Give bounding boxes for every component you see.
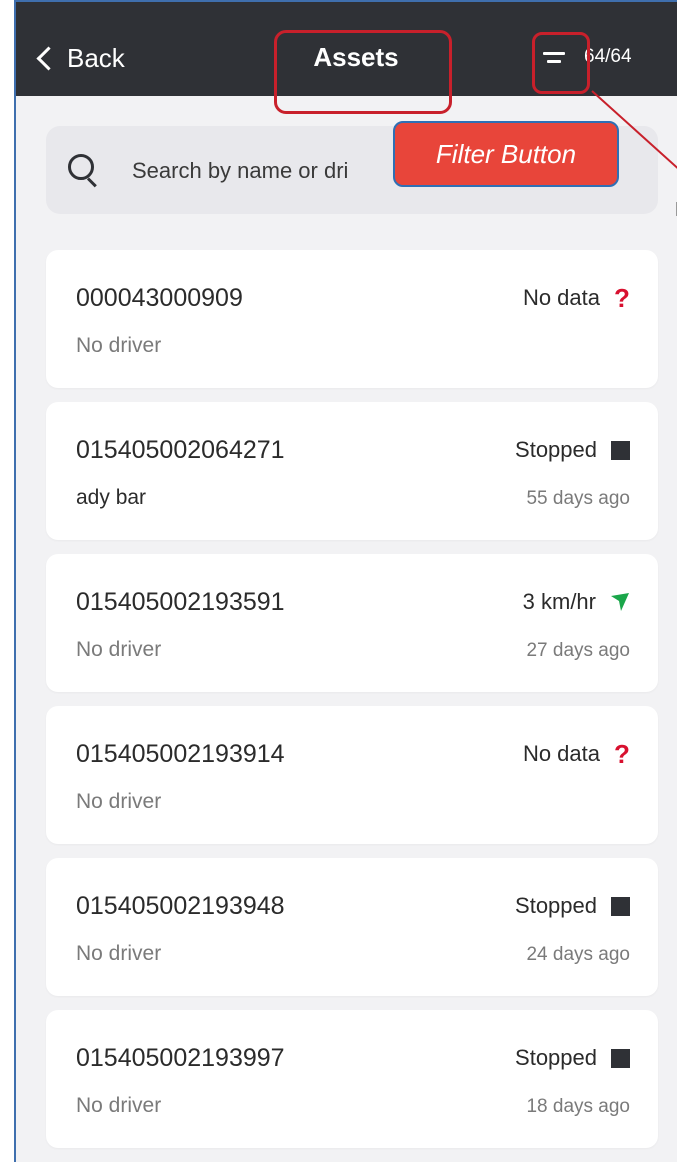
app-screen: Back Assets 64/64 Search by name or dri …: [14, 0, 677, 1162]
asset-status: Stopped: [515, 1044, 630, 1072]
asset-status-text: Stopped: [515, 1045, 597, 1070]
asset-id: 015405002193591: [76, 588, 285, 616]
moving-arrow-icon: [610, 592, 630, 612]
asset-last-seen: 27 days ago: [526, 640, 630, 661]
asset-status: 3 km/hr: [523, 588, 630, 616]
stop-square-icon: [611, 1048, 630, 1068]
asset-status: No data?: [522, 738, 630, 769]
stop-square-icon: [611, 440, 630, 460]
asset-card[interactable]: 015405002193948 No driver Stopped 24 days a…: [46, 858, 658, 996]
annotation-filter-highlight: [532, 32, 590, 94]
asset-status-text: Stopped: [515, 893, 597, 918]
asset-status: Stopped: [515, 436, 630, 464]
asset-card[interactable]: 015405002193997 No driver Stopped 18 days a…: [46, 1010, 658, 1148]
search-placeholder: Search by name or dri: [132, 158, 349, 183]
asset-last-seen: 18 days ago: [526, 1096, 630, 1117]
asset-card[interactable]: 000043000909 No driver No data?: [46, 250, 658, 388]
asset-driver: ady bar: [76, 486, 147, 509]
question-icon: ?: [614, 738, 630, 769]
asset-driver: No driver: [76, 638, 162, 661]
stop-square-icon: [611, 896, 630, 916]
asset-driver: No driver: [76, 334, 162, 357]
asset-driver: No driver: [76, 1094, 162, 1117]
asset-status-text: 3 km/hr: [522, 589, 596, 614]
asset-id: 015405002193914: [76, 740, 285, 768]
annotation-title-highlight: [274, 30, 452, 114]
asset-id: 000043000909: [76, 284, 243, 312]
asset-status: Stopped: [515, 892, 630, 920]
asset-driver: No driver: [76, 942, 162, 965]
back-button[interactable]: Back: [32, 40, 125, 76]
asset-card[interactable]: 015405002064271 ady bar Stopped 55 days ago: [46, 402, 658, 540]
annotation-filter-label: Filter Button: [393, 121, 619, 187]
chevron-left-icon: [36, 45, 61, 71]
back-label: Back: [67, 42, 125, 73]
asset-count: 64/64: [584, 46, 632, 67]
asset-id: 015405002193997: [76, 1044, 285, 1072]
asset-last-seen: 24 days ago: [526, 944, 630, 965]
asset-id: 015405002064271: [76, 436, 285, 464]
search-icon: [68, 154, 100, 188]
asset-status-text: No data: [522, 285, 600, 310]
asset-status-text: No data: [522, 741, 600, 766]
asset-card[interactable]: 015405002193591 No driver 3 km/hr 27 days a…: [46, 554, 658, 692]
asset-id: 015405002193948: [76, 892, 285, 920]
asset-status-text: Stopped: [515, 437, 597, 462]
question-icon: ?: [614, 282, 630, 313]
asset-last-seen: 55 days ago: [526, 488, 630, 509]
asset-status: No data?: [522, 282, 630, 313]
asset-card[interactable]: 015405002193914 No driver No data?: [46, 706, 658, 844]
asset-driver: No driver: [76, 790, 162, 813]
